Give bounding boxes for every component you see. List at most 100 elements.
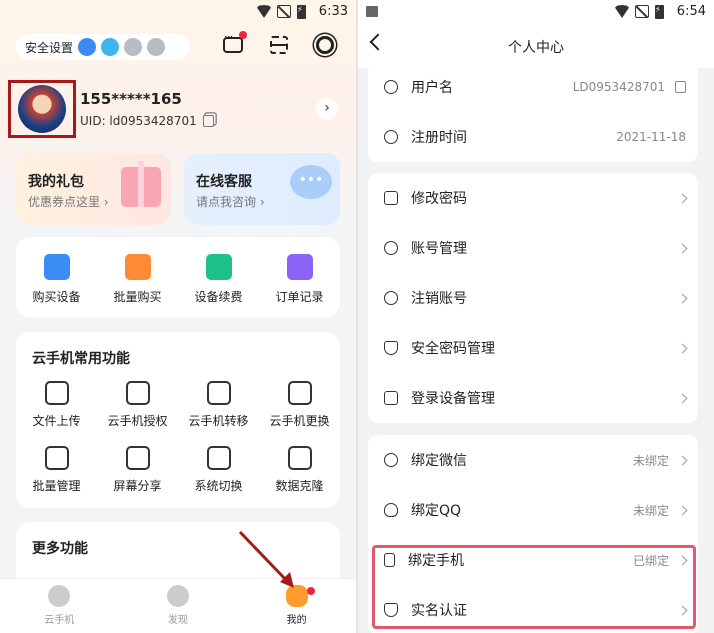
upload-icon (44, 381, 69, 405)
batch-manage-button[interactable]: 批量管理 (16, 446, 97, 494)
scan-icon (270, 36, 288, 54)
mine-dot (307, 587, 316, 595)
bind-wechat-label: 绑定微信 (411, 453, 467, 469)
security-password-row[interactable]: 安全密码管理 (368, 323, 698, 373)
chevron-right-icon (677, 505, 688, 515)
screen-share-label: 屏幕分享 (113, 479, 162, 493)
bottom-nav: 云手机 发现 我的 (0, 578, 356, 633)
buy-device-button[interactable]: 购买设备 (16, 254, 97, 305)
wifi-icon (257, 5, 271, 18)
chevron-right-icon (677, 343, 688, 353)
chat-icon (223, 37, 243, 53)
change-password-row[interactable]: 修改密码 (368, 173, 698, 223)
page-title: 个人中心 (508, 40, 564, 56)
cloud-phone-icon (48, 585, 71, 607)
transfer-label: 云手机转移 (188, 414, 249, 428)
gift-card[interactable]: 我的礼包 优惠券点这里 › (16, 153, 171, 225)
cancel-account-label: 注销账号 (411, 291, 467, 307)
file-upload-button[interactable]: 文件上传 (16, 381, 97, 429)
wifi-icon (615, 5, 629, 18)
no-sim-icon (635, 5, 649, 18)
security-group: 修改密码 账号管理 注销账号 安全密码管理 登录设备管理 (368, 173, 698, 423)
common-title: 云手机常用功能 (32, 351, 130, 367)
left-screen-mine: 6:33 安全设置 155*****165 UID: ld0953428701 … (0, 0, 356, 633)
replace-label: 云手机更换 (269, 414, 330, 428)
nav-cloud-phone[interactable]: 云手机 (0, 579, 119, 633)
transfer-icon (206, 381, 231, 405)
chevron-right-icon (677, 243, 688, 253)
common-row-1: 文件上传 云手机授权 云手机转移 云手机更换 (16, 381, 340, 429)
copy-icon[interactable] (202, 115, 214, 127)
bind-wechat-status: 未绑定 (632, 453, 669, 468)
chevron-right-icon (677, 393, 688, 403)
avatar-highlight (8, 80, 76, 138)
renew-label: 设备续费 (194, 290, 243, 304)
renew-icon (205, 254, 232, 280)
quick-actions: 购买设备 批量购买 设备续费 订单记录 (16, 254, 340, 305)
service-title: 在线客服 (196, 174, 252, 190)
bulk-icon (124, 254, 151, 280)
wechat-icon (124, 38, 143, 56)
settings-button[interactable] (314, 34, 336, 56)
username-value: LD0953428701 (572, 80, 665, 94)
bind-qq-row[interactable]: 绑定QQ 未绑定 (368, 485, 698, 535)
service-card[interactable]: 在线客服 请点我咨询 › ••• (184, 153, 340, 225)
highlight-box (372, 545, 696, 629)
chevron-right-icon (677, 293, 688, 303)
order-icon (286, 254, 313, 280)
bind-qq-label: 绑定QQ (411, 503, 462, 519)
common-row-2: 批量管理 屏幕分享 系统切换 数据克隆 (16, 446, 340, 494)
shield-icon (384, 341, 398, 355)
login-devices-row[interactable]: 登录设备管理 (368, 373, 698, 423)
bulk-buy-button[interactable]: 批量购买 (97, 254, 178, 305)
chevron-right-icon (677, 455, 688, 465)
data-clone-button[interactable]: 数据克隆 (259, 446, 340, 494)
message-button[interactable] (222, 31, 247, 56)
status-time: 6:33 (318, 4, 348, 19)
transfer-button[interactable]: 云手机转移 (178, 381, 259, 429)
account-info-group: 用户名 LD0953428701 注册时间 2021-11-18 (368, 62, 698, 162)
security-label: 安全设置 (25, 40, 74, 55)
annotation-arrow-icon (238, 530, 294, 588)
gift-title: 我的礼包 (28, 174, 84, 190)
uid-text: UID: ld0953428701 (80, 114, 197, 128)
authorize-button[interactable]: 云手机授权 (97, 381, 178, 429)
nav-discover[interactable]: 发现 (119, 579, 238, 633)
avatar[interactable] (18, 85, 66, 133)
register-time-label: 注册时间 (411, 130, 467, 146)
gift-sub: 优惠券点这里 › (28, 195, 109, 209)
orders-button[interactable]: 订单记录 (259, 254, 340, 305)
user-uid: UID: ld0953428701 (80, 114, 214, 128)
profile-arrow-button[interactable]: › (316, 98, 338, 120)
image-icon (366, 6, 378, 17)
more-title: 更多功能 (32, 541, 88, 557)
unread-dot (239, 31, 247, 39)
username-row: 用户名 LD0953428701 (368, 62, 698, 112)
status-bar: 6:54 (358, 0, 714, 24)
cart-icon (43, 254, 70, 280)
system-switch-icon (206, 446, 231, 470)
user-icon (384, 80, 398, 94)
gear-icon (316, 36, 334, 54)
discover-icon (167, 585, 189, 607)
screen-share-button[interactable]: 屏幕分享 (97, 446, 178, 494)
replace-button[interactable]: 云手机更换 (259, 381, 340, 429)
cancel-account-row[interactable]: 注销账号 (368, 273, 698, 323)
account-manage-row[interactable]: 账号管理 (368, 223, 698, 273)
renew-button[interactable]: 设备续费 (178, 254, 259, 305)
clone-icon (287, 446, 312, 470)
change-password-label: 修改密码 (411, 191, 467, 207)
status-bar: 6:33 (0, 0, 356, 24)
lock-icon (384, 191, 398, 205)
bind-wechat-row[interactable]: 绑定微信 未绑定 (368, 435, 698, 485)
battery-icon (297, 5, 306, 19)
nav-mine-label: 我的 (286, 615, 307, 626)
shield-icon (78, 38, 97, 56)
batch-manage-label: 批量管理 (32, 479, 81, 493)
scan-button[interactable] (268, 34, 290, 56)
no-sim-icon (277, 5, 291, 18)
copy-icon[interactable] (675, 81, 686, 93)
system-switch-button[interactable]: 系统切换 (178, 446, 259, 494)
qq-icon (384, 503, 398, 517)
security-settings[interactable]: 安全设置 (16, 34, 190, 60)
